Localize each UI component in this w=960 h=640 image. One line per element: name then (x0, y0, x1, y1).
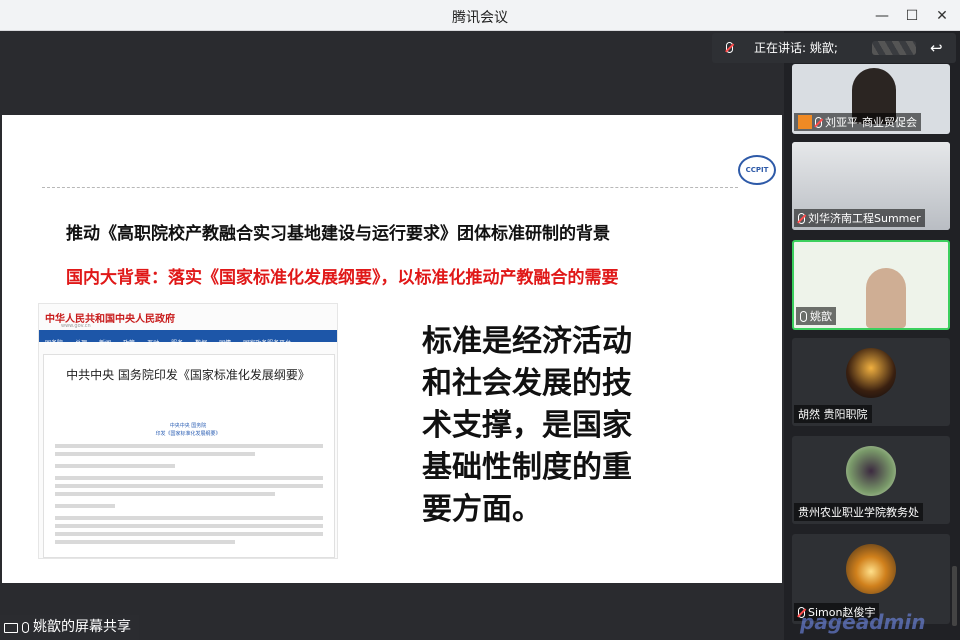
doc-text-line (55, 524, 323, 528)
participant-label: 胡然 贵阳职院 (794, 405, 872, 423)
sidebar-scrollbar[interactable] (952, 566, 957, 626)
slide-heading: 推动《高职院校产教融合实习基地建设与运行要求》团体标准研制的背景 (66, 224, 610, 244)
doc-text-line (55, 464, 175, 468)
gov-nav-item: 国家政务服务平台 (243, 340, 292, 347)
statement-line: 标准是经济活动 (422, 324, 632, 359)
slide-divider (42, 187, 738, 188)
ccpit-logo: CCPIT (738, 155, 776, 185)
participant-avatar (846, 544, 896, 594)
statement-line: 基础性制度的重 (422, 450, 632, 485)
participant-label: 姚歆 (796, 307, 836, 325)
participant-label: 刘亚平-商业贸促会 (794, 113, 921, 131)
doc-text-line (55, 484, 323, 488)
speaking-indicator: 正在讲话: 姚歆; ↩ (712, 33, 956, 63)
participant-video (866, 268, 906, 328)
participant-avatar (846, 348, 896, 398)
minimize-icon[interactable]: — (872, 6, 892, 26)
slide-subheading: 国内大背景：落实《国家标准化发展纲要》，以标准化推动产教融合的需要 (66, 268, 619, 288)
window-title: 腾讯会议 (452, 10, 508, 26)
watermark: pageadmin (800, 610, 926, 634)
gov-site-domain: www.gov.cn (61, 323, 91, 329)
statement-line: 术支撑，是国家 (422, 408, 632, 443)
mic-icon (800, 310, 807, 322)
mic-muted-icon[interactable] (726, 42, 733, 53)
share-badge-text: 姚歆的屏幕共享 (33, 619, 131, 635)
person-icon (798, 115, 812, 129)
title-bar: 腾讯会议 — ☐ ✕ (0, 0, 960, 31)
doc-title: 中共中央 国务院印发《国家标准化发展纲要》 (66, 368, 310, 382)
speaking-text: 正在讲话: 姚歆; (754, 41, 838, 55)
mic-muted-icon (798, 212, 805, 224)
gov-nav-item: 国务院 (45, 340, 64, 347)
doc-source-line: 印发《国家标准化发展纲要》 (155, 431, 221, 437)
screen-share-badge[interactable]: 姚歆的屏幕共享 (0, 615, 139, 640)
doc-text-line (55, 516, 323, 520)
mic-icon (22, 622, 29, 633)
doc-text-line (55, 476, 323, 480)
close-icon[interactable]: ✕ (932, 6, 952, 26)
mic-muted-icon (815, 116, 822, 128)
doc-text-line (55, 532, 323, 536)
doc-text-line (55, 444, 323, 448)
doc-text-line (55, 504, 115, 508)
slide-key-statement: 标准是经济活动 和社会发展的技 术支撑，是国家 基础性制度的重 要方面。 (422, 321, 672, 531)
participant-tile[interactable]: 贵州农业职业学院教务处 (792, 436, 950, 524)
blurred-avatars (872, 41, 916, 55)
participant-label: 刘华济南工程Summer (794, 209, 925, 227)
participant-tile[interactable]: 刘华济南工程Summer (792, 142, 950, 230)
doc-text-line (55, 492, 275, 496)
doc-text-line (55, 452, 255, 456)
participant-label: 贵州农业职业学院教务处 (794, 503, 923, 521)
gov-nav-bar: 国务院 总理 新闻 政策 互动 服务 数据 国情 国家政务服务平台 (39, 330, 337, 347)
statement-line: 和社会发展的技 (422, 366, 632, 401)
gov-nav-item: 新闻 (99, 340, 112, 347)
maximize-icon[interactable]: ☐ (902, 6, 922, 26)
gov-nav-item: 数据 (195, 340, 208, 347)
gov-nav-item: 政策 (123, 340, 136, 347)
doc-source-line: 中央中央 国务院 (169, 423, 207, 429)
doc-text-line (55, 540, 235, 544)
statement-line: 要方面。 (422, 492, 542, 527)
gov-nav-item: 服务 (171, 340, 184, 347)
gov-nav-item: 国情 (219, 340, 232, 347)
gov-nav-item: 互动 (147, 340, 160, 347)
presentation-slide: CCPIT 推动《高职院校产教融合实习基地建设与运行要求》团体标准研制的背景 国… (2, 115, 782, 583)
shared-screen-area: CCPIT 推动《高职院校产教融合实习基地建设与运行要求》团体标准研制的背景 国… (0, 31, 784, 640)
collapse-icon[interactable]: ↩ (930, 33, 943, 63)
gov-nav-item: 总理 (75, 340, 88, 347)
participant-avatar (846, 446, 896, 496)
gov-document-screenshot: 中华人民共和国中央人民政府 www.gov.cn 国务院 总理 新闻 政策 互动 服务 数据… (38, 303, 338, 559)
share-screen-icon (4, 622, 18, 633)
participant-tile[interactable]: 胡然 贵阳职院 (792, 338, 950, 426)
participant-tile[interactable]: 刘亚平-商业贸促会 (792, 64, 950, 134)
participant-tile-active[interactable]: 姚歆 (792, 240, 950, 330)
